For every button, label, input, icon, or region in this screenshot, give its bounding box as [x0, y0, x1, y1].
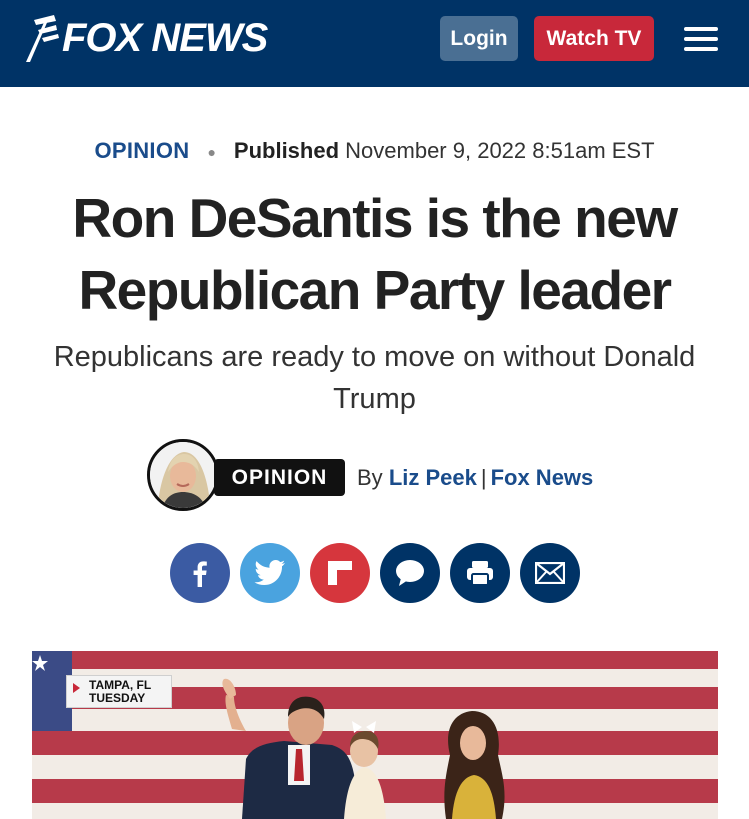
flipboard-icon	[328, 561, 352, 585]
hamburger-menu-icon[interactable]	[684, 27, 718, 51]
watch-tv-button[interactable]: Watch TV	[534, 16, 654, 61]
menu-bar	[684, 27, 718, 31]
meta-separator: ●	[207, 144, 216, 161]
facebook-share-button[interactable]	[170, 543, 230, 603]
email-share-button[interactable]	[520, 543, 580, 603]
twitter-icon	[254, 560, 285, 585]
byline-separator: |	[480, 465, 487, 490]
print-button[interactable]	[450, 543, 510, 603]
comments-button[interactable]	[380, 543, 440, 603]
flipboard-share-button[interactable]	[310, 543, 370, 603]
menu-bar	[684, 47, 718, 51]
day-text: TUESDAY	[89, 691, 146, 705]
by-label: By	[357, 465, 383, 490]
twitter-share-button[interactable]	[240, 543, 300, 603]
print-icon	[467, 561, 493, 586]
fox-beam-logo-mark	[26, 15, 59, 62]
published-date: November 9, 2022 8:51am EST	[345, 138, 655, 163]
author-link[interactable]: Liz Peek	[389, 465, 477, 490]
opinion-category-link[interactable]: OPINION	[94, 138, 189, 163]
author-avatar[interactable]	[147, 439, 219, 511]
logo-text: FOX NEWS	[62, 16, 268, 60]
published-label: Published	[233, 138, 340, 163]
email-icon	[535, 562, 565, 584]
article-headline: Ron DeSantis is the new Republican Party…	[72, 187, 678, 321]
article-subheadline: Republicans are ready to move on without…	[53, 341, 696, 415]
fox-news-logo[interactable]: FOX NEWS	[24, 12, 268, 64]
comment-bubble-icon	[396, 560, 424, 586]
byline: By Liz Peek | Fox News	[357, 464, 593, 492]
facebook-icon	[193, 561, 207, 587]
outlet-link[interactable]: Fox News	[491, 465, 594, 490]
site-header: FOX NEWS Login Watch TV	[0, 0, 749, 87]
opinion-badge: OPINION	[214, 459, 345, 496]
play-arrow-icon	[73, 683, 80, 693]
menu-bar	[684, 37, 718, 41]
location-tag: TAMPA, FL TUESDAY	[66, 675, 172, 708]
login-button[interactable]: Login	[440, 16, 518, 61]
article-meta: OPINION ● Published November 9, 2022 8:51a…	[0, 136, 749, 167]
author-portrait-image	[150, 442, 216, 508]
